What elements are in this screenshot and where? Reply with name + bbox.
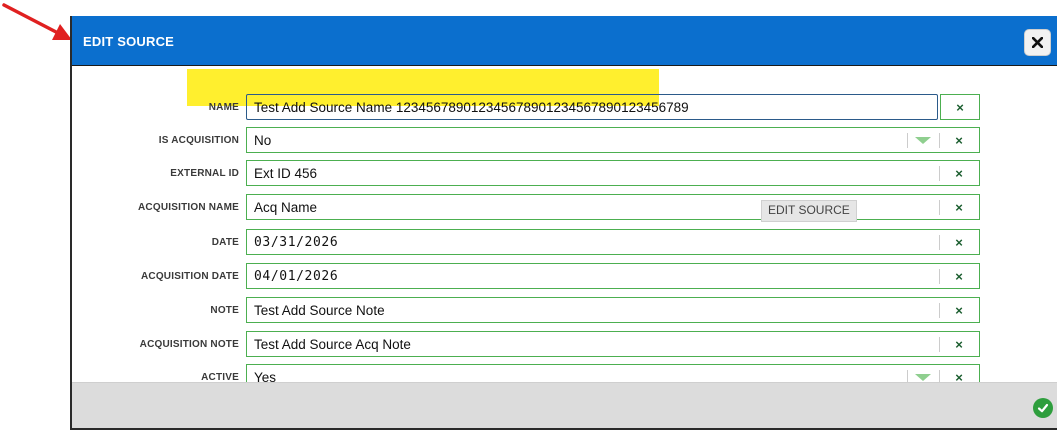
clear-icon: × (955, 268, 963, 284)
clear-icon: × (955, 132, 963, 148)
edit-source-dialog: EDIT SOURCE NAME Test Add Source Name 12… (70, 16, 1057, 430)
tooltip: EDIT SOURCE (761, 200, 857, 222)
acquisition-date-value: 04/01/2026 (254, 269, 339, 284)
field-label-is-acquisition: IS ACQUISITION (158, 135, 239, 146)
dialog-title: EDIT SOURCE (83, 34, 175, 49)
is-acquisition-select[interactable]: No (246, 127, 980, 153)
note-input[interactable]: Test Add Source Note (246, 297, 980, 323)
date-input[interactable]: 03/31/2026 (246, 229, 980, 255)
clear-icon: × (956, 99, 964, 115)
field-label-acquisition-date: ACQUISITION DATE (140, 271, 239, 282)
clear-date-button[interactable]: × (938, 229, 980, 255)
clear-acquisition-date-button[interactable]: × (938, 263, 980, 289)
clear-icon: × (955, 336, 963, 352)
name-value: Test Add Source Name 1234567890123456789… (254, 100, 689, 115)
acquisition-note-value: Test Add Source Acq Note (254, 337, 411, 352)
note-value: Test Add Source Note (254, 303, 385, 318)
close-icon (1032, 37, 1043, 48)
form-row-is-acquisition: IS ACQUISITION No × (72, 123, 1057, 157)
field-label-note: NOTE (210, 305, 239, 316)
dialog-titlebar: EDIT SOURCE (72, 16, 1057, 66)
name-input[interactable]: Test Add Source Name 1234567890123456789… (246, 94, 938, 120)
clear-acquisition-note-button[interactable]: × (938, 331, 980, 357)
clear-name-button[interactable]: × (940, 94, 980, 120)
field-label-name: NAME (208, 102, 239, 113)
acquisition-name-input[interactable]: Acq Name (246, 194, 980, 220)
acquisition-name-value: Acq Name (254, 200, 318, 215)
clear-acquisition-name-button[interactable]: × (938, 194, 980, 220)
chevron-down-icon[interactable] (915, 137, 931, 144)
clear-icon: × (955, 165, 963, 181)
field-label-acquisition-note: ACQUISITION NOTE (139, 339, 239, 350)
clear-icon: × (955, 199, 963, 215)
field-label-external-id: EXTERNAL ID (170, 168, 239, 179)
form-row-external-id: EXTERNAL ID Ext ID 456 × (72, 156, 1057, 190)
chevron-down-icon[interactable] (915, 374, 931, 381)
form-row-acquisition-note: ACQUISITION NOTE Test Add Source Acq Not… (72, 327, 1057, 361)
annotation-arrow-icon (2, 3, 72, 40)
close-button[interactable] (1024, 29, 1051, 56)
clear-icon: × (955, 302, 963, 318)
form-row-note: NOTE Test Add Source Note × (72, 293, 1057, 327)
form-row-acquisition-name: ACQUISITION NAME Acq Name × (72, 190, 1057, 224)
dialog-footer (72, 382, 1057, 428)
is-acquisition-value: No (254, 133, 272, 148)
form-row-date: DATE 03/31/2026 × (72, 225, 1057, 259)
clear-is-acquisition-button[interactable]: × (938, 127, 980, 153)
external-id-input[interactable]: Ext ID 456 (246, 160, 980, 186)
date-value: 03/31/2026 (254, 235, 339, 250)
external-id-value: Ext ID 456 (254, 166, 318, 181)
edit-source-form: NAME Test Add Source Name 12345678901234… (72, 66, 1057, 390)
field-label-date: DATE (211, 237, 239, 248)
form-row-acquisition-date: ACQUISITION DATE 04/01/2026 × (72, 259, 1057, 293)
acquisition-date-input[interactable]: 04/01/2026 (246, 263, 980, 289)
field-label-acquisition-name: ACQUISITION NAME (138, 202, 239, 213)
clear-note-button[interactable]: × (938, 297, 980, 323)
form-row-name: NAME Test Add Source Name 12345678901234… (72, 90, 1057, 124)
clear-external-id-button[interactable]: × (938, 160, 980, 186)
save-button[interactable] (1033, 398, 1053, 418)
check-icon (1037, 403, 1049, 413)
acquisition-note-input[interactable]: Test Add Source Acq Note (246, 331, 980, 357)
clear-icon: × (955, 234, 963, 250)
